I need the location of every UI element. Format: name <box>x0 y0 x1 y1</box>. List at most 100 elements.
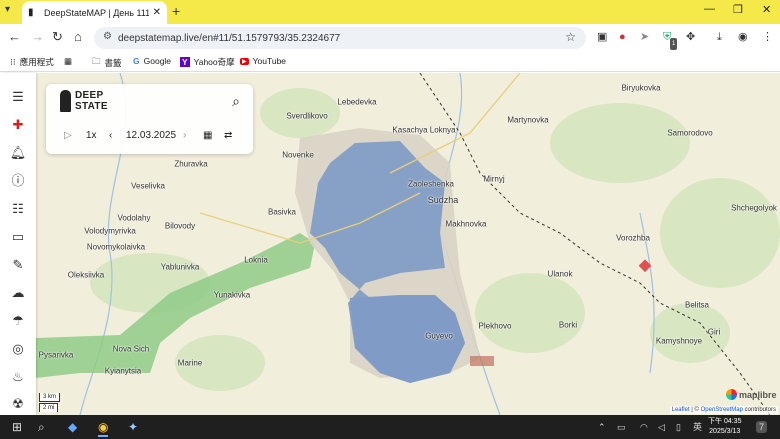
tab-strip: ▾ ▮ DeepStateMAP | День 1114 | М ✕ + — ❐… <box>0 0 780 24</box>
date-display[interactable]: 12.03.2025 <box>126 130 176 141</box>
battery-icon[interactable]: ▯ <box>676 419 681 435</box>
draw-icon[interactable]: ✎ <box>9 256 27 274</box>
back-icon[interactable]: ← <box>8 30 21 44</box>
timeline-controls: ▷ 1x ‹ 12.03.2025 › ▦ ⇄ <box>46 128 253 146</box>
ime-indicator[interactable]: 英 <box>693 419 702 435</box>
browser-tab[interactable]: ▮ DeepStateMAP | День 1114 | М ✕ <box>22 1 167 24</box>
google-icon: G <box>133 56 140 66</box>
place-label: Zhuravka <box>174 159 208 169</box>
attribution-tail: contributors <box>742 407 776 413</box>
bookmarks-bar: ⁝⁝ 應用程式 ▦ 🗀 書籤 G Google Y Yahoo奇摩 ▶ YouTube <box>0 52 780 72</box>
apps-icon: ⁝⁝ <box>10 56 16 67</box>
download-icon[interactable]: ⤓ <box>717 31 722 43</box>
ruler-icon[interactable]: ▭ <box>9 228 27 246</box>
parachute-icon[interactable]: ☂ <box>9 312 27 330</box>
place-label: Kasachya Loknya <box>392 125 456 135</box>
maplibre-text: maplibre <box>739 389 777 400</box>
compare-icon[interactable]: ⇄ <box>224 130 232 141</box>
fire-icon[interactable]: ♨ <box>9 368 27 386</box>
notifications-bell-icon[interactable]: 🔔︎ <box>9 144 27 162</box>
prev-day-icon[interactable]: ‹ <box>109 130 112 141</box>
calendar-icon[interactable]: ▦ <box>203 130 212 141</box>
bookmark-folder[interactable]: 🗀 書籤 <box>92 56 122 70</box>
menu-kebab-icon[interactable]: ⋮ <box>762 31 773 43</box>
system-clock[interactable]: 下午 04:35 2025/3/13 <box>708 417 741 437</box>
new-tab-button[interactable]: + <box>172 3 180 19</box>
place-label: Novomykolaivka <box>86 242 146 252</box>
timeline-panel: DEEP STATE ⌕ ▷ 1x ‹ 12.03.2025 › ▦ ⇄ <box>46 84 253 154</box>
bookmark-grid[interactable]: ▦ <box>64 56 72 67</box>
profile-avatar-icon[interactable]: ◉ <box>738 31 748 43</box>
place-label: Bilovody <box>164 221 196 231</box>
bookmark-google[interactable]: G Google <box>133 56 171 66</box>
search-icon[interactable]: ⌕ <box>232 93 240 110</box>
place-label: Yunakivka <box>213 290 251 300</box>
maplibre-icon <box>726 389 737 400</box>
scale-km: 3 km <box>39 393 61 402</box>
language-flag-icon[interactable]: ✚ <box>9 116 27 134</box>
minimize-icon[interactable]: — <box>704 3 715 15</box>
place-label: Kyianytsia <box>104 366 142 376</box>
wifi-icon[interactable]: ◠ <box>640 419 648 435</box>
place-label: Yablunivka <box>160 262 200 272</box>
extension-red-icon[interactable]: ● <box>619 31 626 43</box>
bookmark-apps[interactable]: ⁝⁝ 應用程式 <box>10 56 54 68</box>
target-icon[interactable]: ◎ <box>9 340 27 358</box>
map-sidebar: ☰ ✚ 🔔︎ ⓘ ☷ ▭ ✎ ☁ ☂ ◎ ♨ ☢ <box>0 73 36 415</box>
home-icon[interactable]: ⌂ <box>74 30 82 44</box>
speaker-icon[interactable]: ◁ <box>658 419 665 435</box>
leaflet-link[interactable]: Leaflet <box>672 407 690 413</box>
extensions-puzzle-icon[interactable]: ✥ <box>686 31 695 43</box>
speed-button[interactable]: 1x <box>86 130 97 141</box>
notification-center[interactable]: 7 <box>756 421 768 433</box>
scale-mi: 2 mi <box>39 403 59 412</box>
cloud-icon[interactable]: ☁ <box>9 284 27 302</box>
extension-arrow-icon[interactable]: ➤ <box>640 31 649 43</box>
close-window-icon[interactable]: ✕ <box>762 3 771 16</box>
chrome-app-icon[interactable]: ◉ <box>98 419 109 437</box>
url-text: deepstatemap.live/en#11/51.1579793/35.23… <box>118 32 341 44</box>
deepstate-favicon-icon: ▮ <box>28 6 34 18</box>
next-day-icon[interactable]: › <box>183 130 186 141</box>
place-label: Guyevo <box>425 331 453 341</box>
display-icon[interactable]: ▭ <box>617 419 626 435</box>
maplibre-logo[interactable]: maplibre <box>726 389 777 400</box>
bookmark-youtube[interactable]: ▶ YouTube <box>240 56 286 66</box>
place-label: Sudzha <box>427 195 459 205</box>
tab-search-icon[interactable]: ▾ <box>5 4 10 15</box>
place-label: Sverdlikovo <box>286 111 328 121</box>
menu-icon[interactable]: ☰ <box>9 88 27 106</box>
address-bar[interactable]: ⚙ deepstatemap.live/en#11/51.1579793/35.… <box>94 27 586 49</box>
bookmark-label: Google <box>143 56 172 66</box>
windows-start-icon[interactable]: ⊞ <box>12 419 22 435</box>
grid-icon: ▦ <box>64 56 73 66</box>
clock-date: 2025/3/13 <box>709 428 741 435</box>
place-label: Biryukovka <box>621 83 661 93</box>
place-label: Lebedevka <box>337 97 377 107</box>
logo-line1: DEEP <box>75 90 104 101</box>
bookmark-yahoo[interactable]: Y Yahoo奇摩 <box>180 56 235 68</box>
osm-link[interactable]: OpenStreetMap <box>701 407 743 413</box>
reload-icon[interactable]: ↻ <box>52 30 63 44</box>
extension-badge: 1 <box>670 38 678 50</box>
search-taskbar-icon[interactable]: ⌕ <box>38 419 45 435</box>
radiation-icon[interactable]: ☢ <box>9 395 27 413</box>
filters-icon[interactable]: ☷ <box>9 200 27 218</box>
app-icon[interactable]: ✦ <box>128 419 138 435</box>
place-label: Giri <box>707 327 721 337</box>
tab-close-icon[interactable]: ✕ <box>153 7 161 18</box>
forward-icon[interactable]: → <box>31 30 44 44</box>
deepstate-logo[interactable]: DEEP STATE <box>60 90 108 112</box>
tray-chevron-icon[interactable]: ⌃ <box>598 419 606 435</box>
tab-title: DeepStateMAP | День 1114 | М <box>44 7 149 18</box>
place-label: Martynovka <box>507 115 549 125</box>
teams-app-icon[interactable]: ◆ <box>68 419 77 435</box>
windows-taskbar: ⊞ ⌕ ◆ ◉ ✦ ⌃ ▭ ◠ ◁ ▯ 英 下午 04:35 2025/3/13 … <box>0 415 780 439</box>
maximize-icon[interactable]: ❐ <box>733 3 743 16</box>
bookmark-label: 應用程式 <box>19 57 54 67</box>
site-info-icon[interactable]: ⚙ <box>103 31 112 42</box>
play-icon[interactable]: ▷ <box>64 130 72 141</box>
info-icon[interactable]: ⓘ <box>9 172 27 190</box>
bookmark-star-icon[interactable]: ☆ <box>565 30 576 44</box>
screen-share-icon[interactable]: ▣ <box>597 31 607 43</box>
